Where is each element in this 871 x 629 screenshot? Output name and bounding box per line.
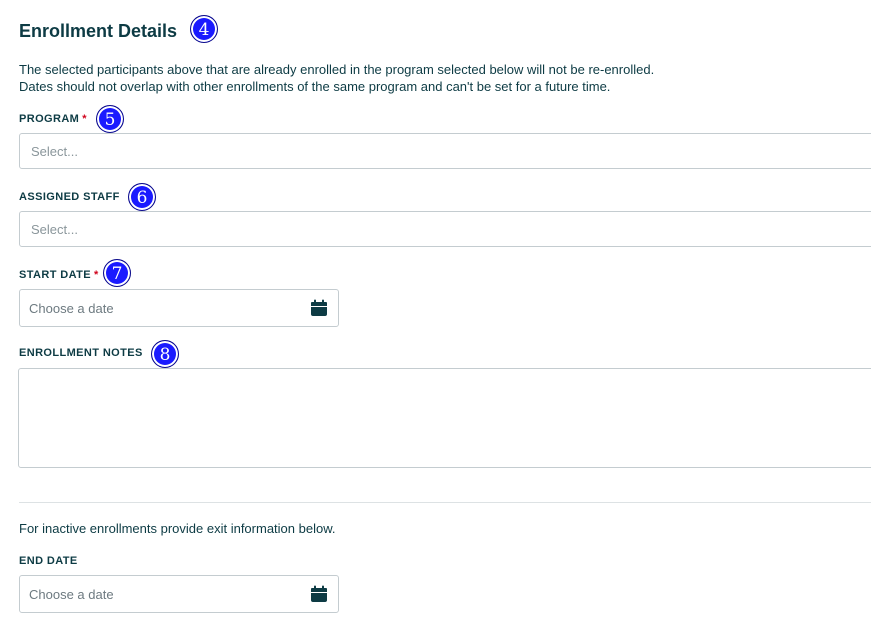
end-date-placeholder: Choose a date [29,587,114,602]
exit-info-description: For inactive enrollments provide exit in… [19,521,336,536]
program-select[interactable]: Select... [19,133,871,169]
start-date-label: START DATE * [19,268,99,282]
program-label: PROGRAM * [19,112,87,126]
enrollment-notes-textarea[interactable] [18,368,871,468]
calendar-icon[interactable] [310,299,328,317]
enrollment-notes-label: ENROLLMENT NOTES [19,347,143,359]
required-marker: * [94,269,99,281]
section-description-line-1: The selected participants above that are… [19,62,655,77]
assigned-staff-label: ASSIGNED STAFF [19,191,120,203]
start-date-label-text: START DATE [19,269,92,281]
section-title: Enrollment Details [19,21,178,41]
annotation-badge-7: 7 [103,259,131,287]
assigned-staff-select[interactable]: Select... [19,211,871,247]
assigned-staff-select-placeholder: Select... [31,222,78,237]
section-description-line-2: Dates should not overlap with other enro… [19,79,611,94]
end-date-label: END DATE [19,555,78,567]
calendar-icon[interactable] [310,585,328,603]
program-label-text: PROGRAM [19,113,80,125]
start-date-input[interactable]: Choose a date [19,289,339,327]
start-date-placeholder: Choose a date [29,301,114,316]
annotation-badge-5: 5 [96,105,124,133]
program-select-placeholder: Select... [31,144,78,159]
end-date-input[interactable]: Choose a date [19,575,339,613]
annotation-badge-8: 8 [151,340,179,368]
annotation-badge-6: 6 [128,183,156,211]
annotation-badge-4: 4 [190,15,218,43]
required-marker: * [82,113,87,125]
section-divider [19,502,871,503]
